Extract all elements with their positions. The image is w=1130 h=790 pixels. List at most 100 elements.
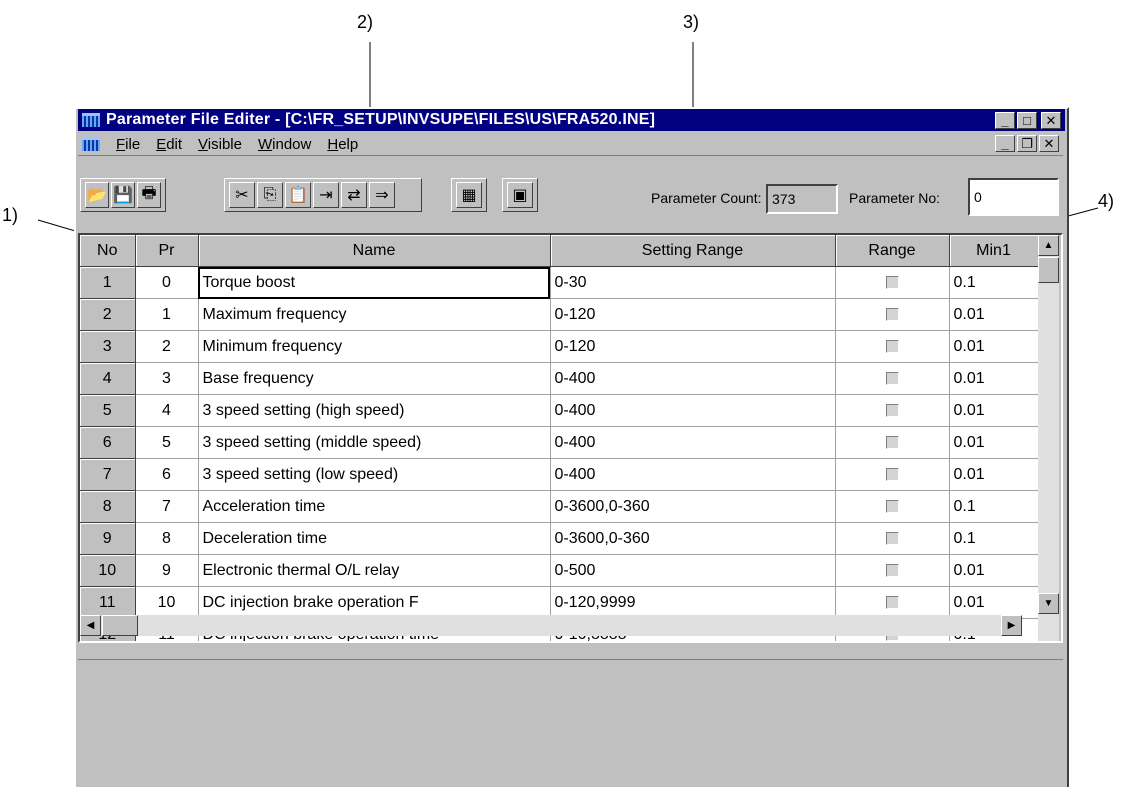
range-checkbox[interactable] — [885, 275, 899, 289]
pr-cell[interactable]: 5 — [135, 426, 199, 459]
paste-button[interactable]: 📋 — [285, 182, 311, 208]
row-number-cell[interactable]: 11 — [80, 586, 136, 619]
app-icon[interactable] — [82, 113, 100, 127]
min1-cell[interactable]: 0.01 — [949, 330, 1039, 363]
setting-range-cell[interactable]: 0-3600,0-360 — [550, 522, 836, 555]
copy-button[interactable]: ⎘ — [257, 182, 283, 208]
close-button[interactable]: ✕ — [1041, 112, 1061, 129]
horizontal-scrollbar[interactable]: ◀ ▶ — [80, 615, 1022, 636]
insert-button[interactable]: ⇥ — [313, 182, 339, 208]
table-row[interactable]: 9 8 Deceleration time 0-3600,0-360 0.1 — [80, 522, 1039, 555]
setting-range-cell[interactable]: 0-120 — [550, 330, 836, 363]
min1-cell[interactable]: 0.1 — [949, 522, 1039, 555]
range-checkbox[interactable] — [885, 339, 899, 353]
range-checkbox[interactable] — [885, 403, 899, 417]
setting-range-cell[interactable]: 0-500 — [550, 554, 836, 587]
table-row[interactable]: 4 3 Base frequency 0-400 0.01 — [80, 362, 1039, 395]
name-cell[interactable]: 3 speed setting (middle speed) — [198, 426, 551, 459]
col-range[interactable]: Range — [835, 235, 950, 267]
row-number-cell[interactable]: 6 — [80, 426, 136, 459]
table-row[interactable]: 10 9 Electronic thermal O/L relay 0-500 0.01 — [80, 554, 1039, 587]
range-checkbox-cell[interactable] — [835, 362, 950, 395]
parameter-no-input[interactable]: 0 — [968, 178, 1059, 216]
window-button[interactable]: ▣ — [507, 182, 533, 208]
title-bar[interactable]: Parameter File Editer - [C:\FR_SETUP\INV… — [78, 109, 1065, 131]
scroll-down-button[interactable]: ▼ — [1038, 593, 1059, 614]
append-button[interactable]: ⇒ — [369, 182, 395, 208]
name-cell[interactable]: Deceleration time — [198, 522, 551, 555]
range-checkbox-cell[interactable] — [835, 554, 950, 587]
range-checkbox-cell[interactable] — [835, 266, 950, 299]
menu-window[interactable]: Window — [250, 136, 319, 153]
name-cell[interactable]: Electronic thermal O/L relay — [198, 554, 551, 587]
row-number-cell[interactable]: 3 — [80, 330, 136, 363]
setting-range-cell[interactable]: 0-120 — [550, 298, 836, 331]
doc-minimize-button[interactable]: _ — [995, 135, 1015, 152]
pr-cell[interactable]: 6 — [135, 458, 199, 491]
save-button[interactable]: 💾 — [111, 182, 135, 208]
col-min1[interactable]: Min1 — [949, 235, 1039, 267]
row-number-cell[interactable]: 2 — [80, 298, 136, 331]
cut-button[interactable]: ✂ — [229, 182, 255, 208]
range-checkbox-cell[interactable] — [835, 490, 950, 523]
range-checkbox-cell[interactable] — [835, 586, 950, 619]
open-button[interactable]: 📂 — [85, 182, 109, 208]
name-cell[interactable]: Maximum frequency — [198, 298, 551, 331]
range-checkbox-cell[interactable] — [835, 330, 950, 363]
vertical-scrollbar[interactable]: ▲ ▼ — [1038, 235, 1059, 641]
min1-cell[interactable]: 0.1 — [949, 266, 1039, 299]
col-no[interactable]: No — [80, 235, 136, 267]
scroll-up-button[interactable]: ▲ — [1038, 235, 1059, 256]
pr-cell[interactable]: 8 — [135, 522, 199, 555]
document-icon[interactable] — [82, 137, 100, 151]
pr-cell[interactable]: 9 — [135, 554, 199, 587]
name-cell[interactable]: DC injection brake operation F — [198, 586, 551, 619]
table-row[interactable]: 543 speed setting (high speed) 0-400 0.01 — [80, 394, 1039, 427]
table-row[interactable]: 2 1 Maximum frequency 0-120 0.01 — [80, 298, 1039, 331]
col-setting-range[interactable]: Setting Range — [550, 235, 836, 267]
table-row[interactable]: 653 speed setting (middle speed) 0-400 0.0… — [80, 426, 1039, 459]
table-row[interactable]: 1 0 Torque boost 0-30 0.1 — [80, 266, 1039, 299]
name-cell[interactable]: 3 speed setting (low speed) — [198, 458, 551, 491]
min1-cell[interactable]: 0.01 — [949, 586, 1039, 619]
pr-cell[interactable]: 2 — [135, 330, 199, 363]
pr-cell[interactable]: 3 — [135, 362, 199, 395]
min1-cell[interactable]: 0.01 — [949, 426, 1039, 459]
pr-cell[interactable]: 10 — [135, 586, 199, 619]
pr-cell[interactable]: 1 — [135, 298, 199, 331]
row-number-cell[interactable]: 7 — [80, 458, 136, 491]
setting-range-cell[interactable]: 0-400 — [550, 426, 836, 459]
range-checkbox[interactable] — [885, 499, 899, 513]
setting-range-cell[interactable]: 0-3600,0-360 — [550, 490, 836, 523]
doc-close-button[interactable]: ✕ — [1039, 135, 1059, 152]
menu-file[interactable]: File — [108, 136, 148, 153]
row-number-cell[interactable]: 1 — [80, 266, 136, 299]
name-cell[interactable]: Base frequency — [198, 362, 551, 395]
name-cell[interactable]: 3 speed setting (high speed) — [198, 394, 551, 427]
name-cell[interactable]: Minimum frequency — [198, 330, 551, 363]
horizontal-scroll-thumb[interactable] — [102, 615, 138, 636]
name-cell[interactable]: Acceleration time — [198, 490, 551, 523]
pr-cell[interactable]: 0 — [135, 266, 199, 299]
range-checkbox[interactable] — [885, 595, 899, 609]
row-number-cell[interactable]: 10 — [80, 554, 136, 587]
row-number-cell[interactable]: 8 — [80, 490, 136, 523]
range-checkbox-cell[interactable] — [835, 298, 950, 331]
minimize-button[interactable]: _ — [995, 112, 1015, 129]
min1-cell[interactable]: 0.01 — [949, 554, 1039, 587]
row-number-cell[interactable]: 4 — [80, 362, 136, 395]
menu-edit[interactable]: Edit — [148, 136, 190, 153]
chart-button[interactable]: ▦ — [456, 182, 482, 208]
row-number-cell[interactable]: 9 — [80, 522, 136, 555]
pr-cell[interactable]: 4 — [135, 394, 199, 427]
col-pr[interactable]: Pr — [135, 235, 199, 267]
range-checkbox-cell[interactable] — [835, 522, 950, 555]
print-button[interactable]: 🖶 — [137, 182, 161, 208]
min1-cell[interactable]: 0.1 — [949, 490, 1039, 523]
min1-cell[interactable]: 0.01 — [949, 458, 1039, 491]
range-checkbox[interactable] — [885, 531, 899, 545]
setting-range-cell[interactable]: 0-400 — [550, 458, 836, 491]
range-checkbox[interactable] — [885, 435, 899, 449]
table-row[interactable]: 11 10 DC injection brake operation F 0-120,… — [80, 586, 1039, 619]
range-checkbox[interactable] — [885, 563, 899, 577]
